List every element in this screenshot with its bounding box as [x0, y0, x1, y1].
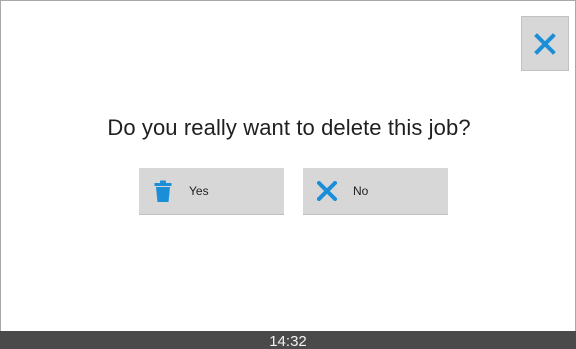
- trash-icon: [153, 179, 173, 203]
- dialog-question: Do you really want to delete this job?: [107, 115, 471, 140]
- yes-button-label: Yes: [189, 184, 209, 198]
- close-icon: [534, 32, 556, 55]
- close-icon: [317, 179, 337, 203]
- close-button[interactable]: [521, 16, 569, 71]
- yes-button[interactable]: Yes: [139, 168, 284, 215]
- status-bar: 14:32: [0, 331, 576, 349]
- confirm-delete-dialog: Do you really want to delete this job? Y…: [0, 0, 576, 348]
- no-button[interactable]: No: [303, 168, 448, 215]
- clock-time: 14:32: [269, 333, 307, 349]
- no-button-label: No: [353, 184, 369, 198]
